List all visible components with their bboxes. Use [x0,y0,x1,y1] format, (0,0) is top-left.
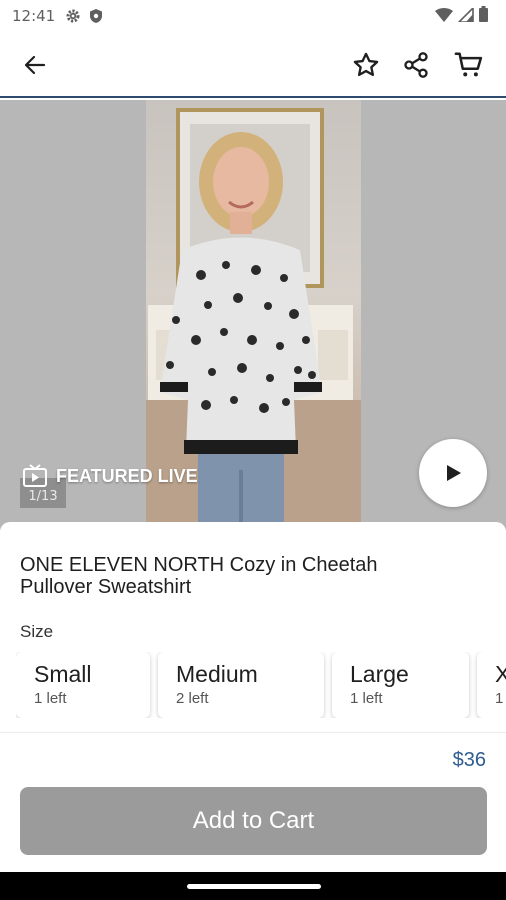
app-bar [0,32,506,98]
status-bar: 12:41 [0,0,506,32]
size-stock: 1 left [34,690,67,707]
play-icon [447,465,461,481]
favorite-button[interactable] [350,49,382,81]
featured-live-label: FEATURED LIVE [56,465,198,486]
cart-button[interactable] [453,49,485,81]
size-label: Size [20,622,54,641]
add-to-cart-button[interactable]: Add to Cart [20,787,487,855]
product-price: $36 [452,749,486,771]
back-button[interactable] [19,49,51,81]
product-sheet: ONE ELEVEN NORTH Cozy in Cheetah Pullove… [0,522,506,872]
status-right [435,5,488,26]
back-arrow-icon [24,55,46,75]
size-stock: 2 left [176,690,209,707]
battery-icon [479,6,488,26]
size-option-large[interactable]: Large 1 left [332,652,469,718]
status-time: 12:41 [12,7,56,25]
cart-icon [454,52,483,77]
size-options: Small 1 left Medium 2 left Large 1 left … [16,652,506,718]
settings-icon [65,8,81,24]
shield-icon [89,8,103,24]
size-stock: 1 left [350,690,383,707]
product-media[interactable]: 1/13 FEATURED LIVE [0,100,506,530]
size-option-medium[interactable]: Medium 2 left [158,652,324,718]
size-option-x[interactable]: X 1 [477,652,506,718]
size-stock: 1 [495,690,504,707]
divider [0,732,506,733]
system-nav-bar [0,872,506,900]
size-name: Small [34,661,92,687]
size-name: Medium [176,661,258,687]
signal-icon [457,5,474,26]
home-gesture-handle[interactable] [187,884,321,889]
wifi-icon [435,7,453,26]
size-name: X [495,661,506,687]
share-icon [404,52,428,78]
share-button[interactable] [400,49,432,81]
star-icon [353,52,379,77]
play-button[interactable] [419,439,487,507]
size-name: Large [350,661,409,687]
featured-live-badge: FEATURED LIVE [22,464,198,488]
size-option-small[interactable]: Small 1 left [16,652,150,718]
tv-icon [23,464,47,487]
product-title: ONE ELEVEN NORTH Cozy in Cheetah Pullove… [20,554,378,598]
